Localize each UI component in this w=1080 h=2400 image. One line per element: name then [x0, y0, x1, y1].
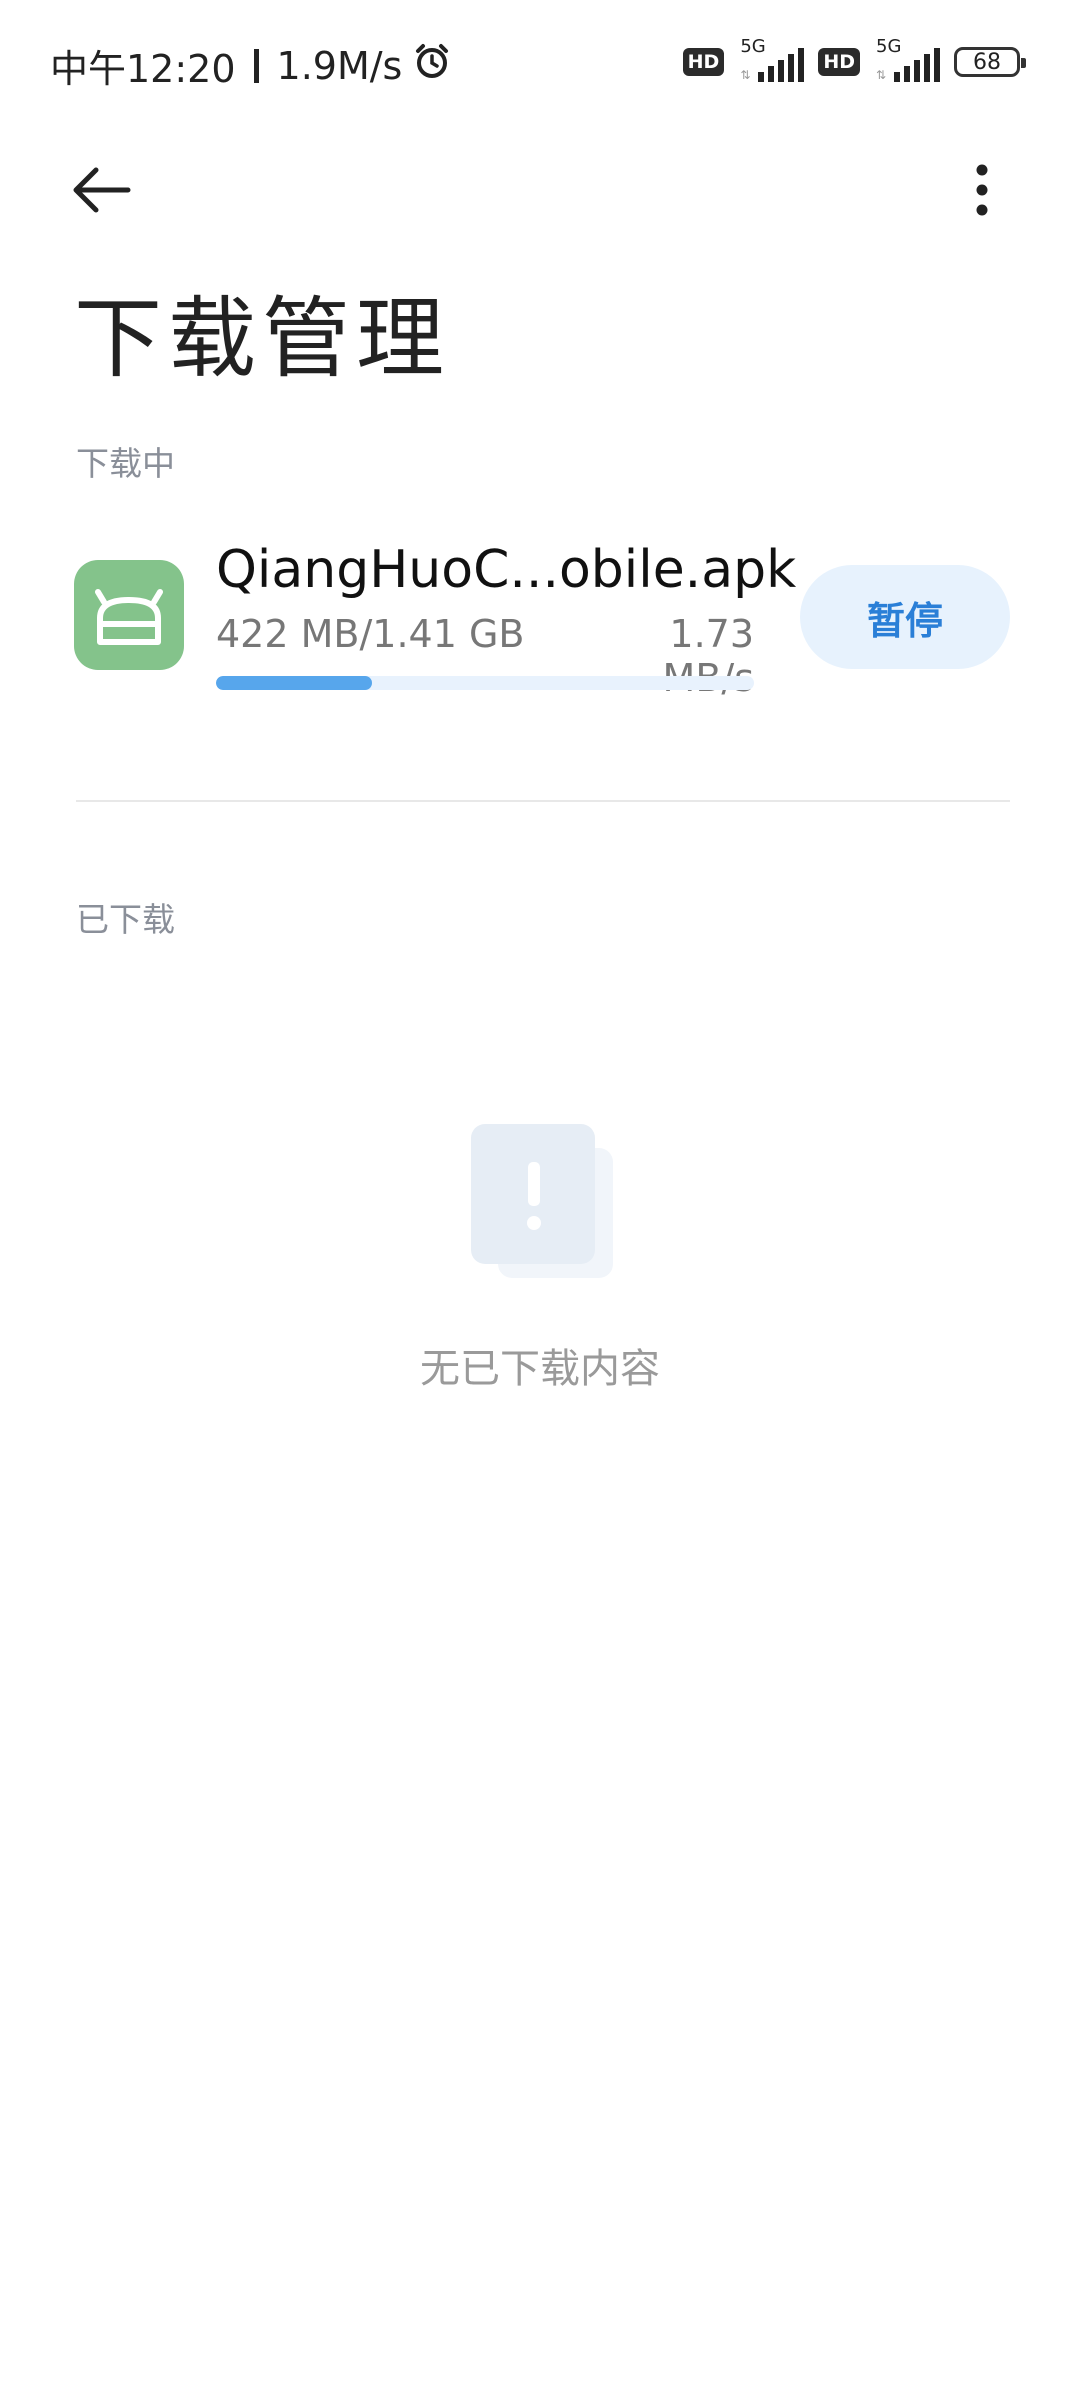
hd-badge: HD	[818, 48, 860, 76]
section-label-downloading: 下载中	[76, 444, 175, 483]
status-right: HD 5G ⇅ HD 5G ⇅ 68	[682, 36, 1026, 82]
status-left: 中午12:20 1.9M/s	[50, 38, 452, 93]
download-progress-bar	[216, 676, 754, 690]
more-options-button[interactable]	[950, 150, 1014, 230]
status-bar: 中午12:20 1.9M/s HD 5G ⇅ HD 5G ⇅ 68	[0, 0, 1080, 130]
status-separator	[253, 48, 259, 83]
data-arrows-icon: ⇅	[876, 68, 887, 82]
pause-button[interactable]: 暂停	[800, 565, 1010, 669]
back-button[interactable]	[62, 150, 142, 230]
exclamation-card-icon	[468, 1120, 618, 1285]
battery-level: 68	[973, 49, 1001, 75]
download-progress-text: 422 MB/1.41 GB	[216, 612, 525, 656]
arrow-left-icon	[73, 167, 131, 213]
divider	[76, 800, 1010, 802]
battery-icon: 68	[954, 47, 1026, 77]
page-title: 下载管理	[74, 287, 451, 390]
signal-icon: 5G ⇅	[872, 36, 942, 82]
alarm-icon	[412, 41, 452, 90]
android-icon	[74, 560, 184, 670]
hd-badge: HD	[682, 48, 725, 76]
status-network-speed: 1.9M/s	[276, 43, 403, 88]
progress-fill	[216, 676, 373, 690]
section-label-downloaded: 已下载	[76, 900, 175, 939]
empty-state-text: 无已下载内容	[420, 1346, 660, 1392]
signal-icon: 5G ⇅	[736, 36, 806, 82]
file-name: QiangHuoC...obile.apk	[216, 540, 797, 600]
more-vertical-icon	[976, 164, 988, 216]
status-time: 中午12:20	[50, 47, 236, 91]
data-arrows-icon: ⇅	[740, 68, 751, 82]
